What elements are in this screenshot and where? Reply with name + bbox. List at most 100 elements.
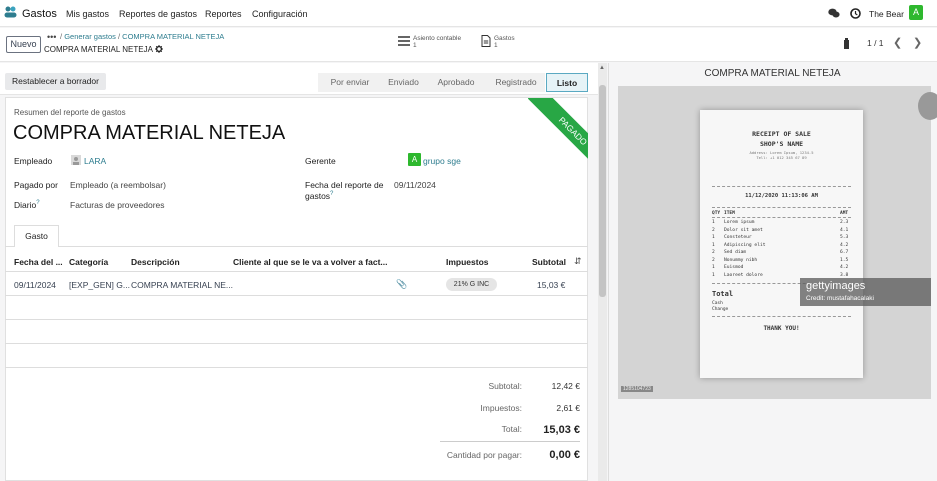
receipt-item-amt: 6.7: [840, 250, 849, 255]
breadcrumb-parent[interactable]: Generar gastos: [64, 32, 116, 41]
row-category[interactable]: [EXP_GEN] G...: [69, 280, 130, 290]
scrollbar-thumb[interactable]: [599, 85, 606, 297]
smart-button-journal-entry[interactable]: Asiento contable 1: [398, 32, 461, 52]
receipt-divider: [712, 217, 851, 218]
row-subtotal[interactable]: 15,03 €: [537, 280, 565, 290]
attachment-icon[interactable]: [843, 38, 850, 51]
viewer-toolbar-handle[interactable]: [918, 92, 937, 120]
paid-by-value[interactable]: Empleado (a reembolsar): [70, 180, 166, 190]
empty-row: [5, 320, 588, 344]
new-button[interactable]: Nuevo: [6, 36, 41, 53]
receipt-item-amt: 5.3: [840, 235, 849, 240]
taxes-label: Impuestos:: [480, 403, 522, 413]
list-icon: [398, 36, 410, 48]
menu-reportes-de-gastos[interactable]: Reportes de gastos: [119, 9, 197, 19]
user-name[interactable]: The Bear: [869, 9, 904, 19]
employee-avatar-icon: [71, 155, 81, 167]
paid-ribbon-label: PAGADO: [528, 98, 588, 177]
receipt-item-item: Dolor sit amet: [724, 227, 763, 233]
user-avatar[interactable]: A: [909, 5, 923, 20]
col-taxes[interactable]: Impuestos: [446, 257, 489, 267]
receipt-item-amt: 2.3: [840, 220, 849, 225]
stage-enviado[interactable]: Enviado: [382, 73, 425, 92]
gear-icon[interactable]: [154, 45, 163, 55]
expenses-app-icon[interactable]: [4, 6, 17, 18]
col-subtotal[interactable]: Subtotal: [532, 257, 566, 267]
manager-value[interactable]: grupo sge: [423, 156, 461, 166]
totals-divider: [440, 441, 580, 442]
receipt-shop-name: SHOP'S NAME: [759, 140, 804, 148]
receipt-thanks: THANK YOU!: [763, 325, 800, 332]
stage-listo[interactable]: Listo: [546, 73, 588, 92]
menu-reportes[interactable]: Reportes: [205, 9, 242, 19]
receipt-item-amt: 1.5: [840, 257, 849, 263]
report-date-value[interactable]: 09/11/2024: [394, 180, 436, 190]
total-label: Total:: [501, 424, 522, 434]
breadcrumb-overflow[interactable]: •••: [47, 32, 56, 42]
col-client[interactable]: Cliente al que se le va a volver a fact.…: [233, 257, 388, 267]
col-description[interactable]: Descripción: [131, 257, 180, 267]
document-icon: [481, 35, 491, 49]
reset-to-draft-button[interactable]: Restablecer a borrador: [5, 73, 106, 90]
row-date[interactable]: 09/11/2024: [14, 280, 56, 290]
breadcrumb: / Generar gastos / COMPRA MATERIAL NETEJ…: [60, 32, 224, 41]
report-date-label: Fecha del reporte de: [305, 180, 384, 190]
chat-icon[interactable]: [828, 8, 840, 21]
stage-registrado[interactable]: Registrado: [487, 73, 545, 92]
pager-prev-icon[interactable]: ❮: [893, 36, 902, 49]
record-title: COMPRA MATERIAL NETEJA: [44, 45, 163, 55]
breadcrumb-current: COMPRA MATERIAL NETEJA: [122, 32, 225, 41]
receipt-item-item: Euismod: [724, 265, 744, 270]
receipt-divider: [712, 316, 851, 317]
scroll-up-arrow-icon[interactable]: ▲: [599, 65, 605, 71]
amount-due-value: 0,00 €: [549, 449, 580, 461]
report-date-label-2: gastos?: [305, 191, 334, 201]
receipt-col-qty: QTY: [712, 211, 721, 216]
tab-gasto[interactable]: Gasto: [14, 225, 59, 247]
menu-mis-gastos[interactable]: Mis gastos: [66, 9, 109, 19]
stage-aprobado[interactable]: Aprobado: [425, 73, 487, 92]
amount-due-label: Cantidad por pagar:: [446, 450, 522, 460]
total-value: 15,03 €: [543, 424, 580, 436]
row-description[interactable]: COMPRA MATERIAL NE...: [131, 280, 233, 290]
receipt-paper: RECEIPT OF SALE SHOP'S NAME Address: Lor…: [700, 110, 863, 378]
activity-clock-icon[interactable]: [850, 8, 861, 21]
receipt-divider: [712, 186, 851, 187]
receipt-item-item: Nonummy nibh: [724, 257, 758, 263]
tab-divider: [5, 246, 588, 247]
row-tax-badge: 21% G INC: [446, 278, 497, 291]
pager-next-icon[interactable]: ❯: [913, 36, 922, 49]
receipt-item-amt: 4.2: [840, 242, 849, 248]
employee-value[interactable]: LARA: [84, 156, 106, 166]
subtotal-value: 12,42 €: [551, 381, 580, 391]
receipt-item-qty: 1: [712, 265, 715, 270]
empty-row: [5, 344, 588, 368]
form-title[interactable]: COMPRA MATERIAL NETEJA: [13, 122, 285, 145]
receipt-item-qty: 1: [712, 272, 715, 278]
smart-button-expenses[interactable]: Gastos 1: [481, 32, 515, 52]
col-date[interactable]: Fecha del ...: [14, 257, 63, 267]
column-settings-icon[interactable]: ⇵: [574, 256, 582, 267]
menu-configuracion[interactable]: Configuración: [252, 9, 308, 19]
app-title[interactable]: Gastos: [22, 8, 57, 20]
receipt-item-qty: 1: [712, 220, 715, 225]
receipt-item-item: Consteteur: [724, 235, 752, 240]
receipt-item-item: Sed diam: [724, 250, 747, 255]
receipt-item-qty: 1: [712, 242, 715, 248]
receipt-header: RECEIPT OF SALE: [752, 130, 811, 138]
receipt-total-label: Total: [712, 290, 734, 298]
stage-por-enviar[interactable]: Por enviar: [318, 73, 382, 92]
receipt-item-item: Laoreet dolore: [724, 272, 763, 278]
empty-row: [5, 296, 588, 320]
image-id-label: 1285104723: [621, 386, 653, 392]
receipt-phone: Tell: +1 012 345 67 89: [756, 155, 807, 160]
breadcrumb-separator: /: [60, 32, 63, 41]
receipt-col-amt: AMT: [840, 211, 849, 216]
receipt-item-qty: 2: [712, 257, 715, 263]
col-category[interactable]: Categoría: [69, 257, 108, 267]
journal-value[interactable]: Facturas de proveedores: [70, 200, 165, 210]
paperclip-icon[interactable]: 📎: [396, 279, 407, 290]
manager-label: Gerente: [305, 156, 336, 166]
paid-ribbon: PAGADO: [528, 98, 588, 188]
pager-value[interactable]: 1 / 1: [867, 38, 884, 48]
